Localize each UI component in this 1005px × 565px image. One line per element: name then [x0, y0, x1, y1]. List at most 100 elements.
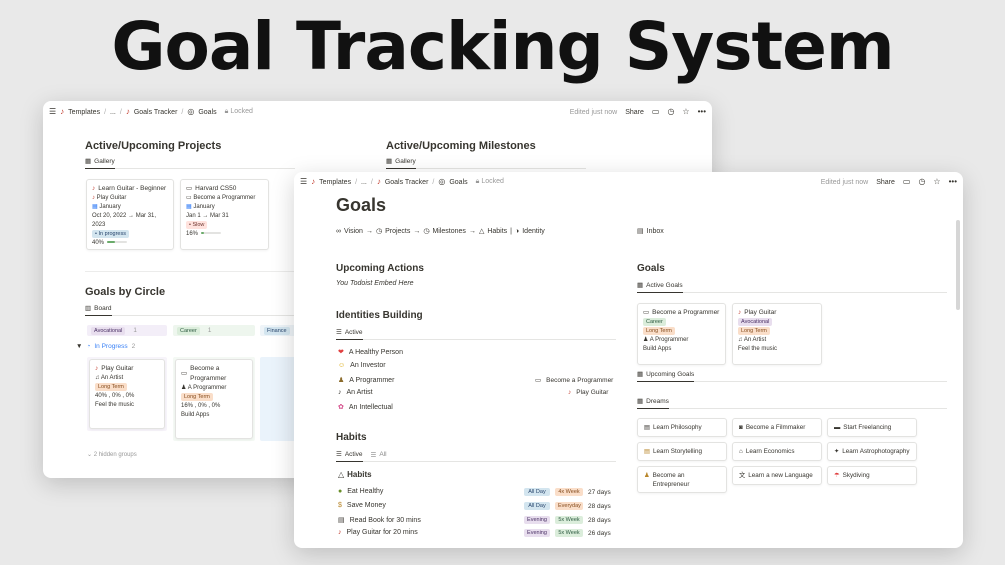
- guitar-icon: ♪: [60, 107, 65, 116]
- inbox-link[interactable]: ▤ Inbox: [637, 227, 664, 236]
- tab-active[interactable]: ☰ Active: [336, 328, 363, 340]
- tab-active[interactable]: ☰ Active: [336, 450, 363, 462]
- identity-goal-link[interactable]: ▭ Become a Programmer: [535, 376, 614, 385]
- active-goal-card[interactable]: ♪ Play Guitar Avocational Long Term ♫ An …: [732, 303, 822, 365]
- tab-gallery[interactable]: ▦ Gallery: [85, 157, 115, 169]
- group-label: In Progress: [94, 343, 128, 350]
- hero-title: Goal Tracking System: [111, 8, 894, 85]
- card-title: Play Guitar: [101, 365, 134, 372]
- dream-card[interactable]: ✦ Learn Astrophotography: [827, 442, 917, 462]
- project-card[interactable]: ▭ Harvard CS50 ▭ Become a Programmer ▦ Ja…: [180, 179, 269, 250]
- habit-row[interactable]: $ Save Money: [338, 502, 386, 509]
- breadcrumb-templates[interactable]: Templates: [319, 179, 351, 186]
- nav-habits[interactable]: Habits: [487, 228, 507, 235]
- column-avocational[interactable]: Avocational 1: [87, 325, 167, 336]
- dream-card[interactable]: ⌂ Learn Economics: [732, 442, 822, 462]
- status-badge: • Slow: [186, 220, 208, 229]
- breadcrumb-goals-tracker[interactable]: Goals Tracker: [385, 179, 429, 186]
- streak-days: 26 days: [588, 529, 611, 537]
- card-percentages: 40% , 0% , 0%: [95, 392, 135, 399]
- clock-icon[interactable]: ◷: [667, 108, 674, 116]
- calendar-icon: ▦: [92, 203, 98, 210]
- habit-row[interactable]: ● Eat Healthy: [338, 488, 383, 495]
- star-icon[interactable]: ☆: [682, 108, 689, 116]
- scrollbar[interactable]: [956, 220, 960, 310]
- identity-item[interactable]: ♪ An Artist: [338, 389, 373, 396]
- nav-identity[interactable]: Identity: [522, 228, 545, 235]
- tab-label: Upcoming Goals: [646, 370, 695, 378]
- progress-bar: [107, 241, 128, 244]
- link-label: Become a Programmer: [546, 376, 614, 384]
- dream-card[interactable]: ▤ Learn Storytelling: [637, 442, 727, 462]
- column-label: Finance: [264, 326, 290, 335]
- nav-projects[interactable]: Projects: [385, 228, 410, 235]
- habit-row[interactable]: ♪ Play Guitar for 20 mins: [338, 529, 418, 536]
- tab-all[interactable]: ☰ All: [371, 450, 387, 462]
- dream-card[interactable]: ▬ Start Freelancing: [827, 418, 917, 438]
- habits-subheading: △ Habits: [338, 470, 372, 479]
- streak-days: 27 days: [588, 488, 611, 496]
- breadcrumb-goals-tracker[interactable]: Goals Tracker: [134, 109, 178, 116]
- breadcrumb-templates[interactable]: Templates: [68, 109, 100, 116]
- locked-label[interactable]: 🔒︎ Locked: [225, 108, 253, 116]
- habit-row[interactable]: ▤ Read Book for 30 mins: [338, 516, 421, 525]
- comment-icon[interactable]: ▭: [903, 178, 911, 186]
- more-icon[interactable]: •••: [949, 178, 957, 186]
- tab-label: Gallery: [395, 157, 416, 165]
- project-card[interactable]: ♪ Learn Guitar - Beginner ♪ Play Guitar ▦…: [86, 179, 174, 250]
- identity-item[interactable]: ☺ An Investor: [338, 362, 386, 369]
- nav-milestones[interactable]: Milestones: [432, 228, 465, 235]
- dream-card[interactable]: 文 Learn a new Language: [732, 466, 822, 486]
- comment-icon[interactable]: ▭: [652, 108, 660, 116]
- clock-icon[interactable]: ◷: [918, 178, 925, 186]
- breadcrumb-goals[interactable]: Goals: [449, 179, 467, 186]
- grid-icon: ▦: [637, 398, 644, 405]
- dream-card[interactable]: ☂ Skydiving: [827, 466, 917, 486]
- locked-label[interactable]: 🔒︎ Locked: [476, 178, 504, 186]
- tab-upcoming-goals[interactable]: ▦ Upcoming Goals: [637, 370, 695, 382]
- dream-card[interactable]: ◙ Become a Filmmaker: [732, 418, 822, 438]
- identity-label: An Investor: [350, 362, 386, 369]
- identity-item[interactable]: ♟ A Programmer: [338, 376, 394, 385]
- brain-icon: ✿: [338, 404, 344, 411]
- identity-goal-link[interactable]: ♪ Play Guitar: [568, 389, 608, 396]
- circle-heading: Goals by Circle: [85, 286, 166, 298]
- time-badge: All Day: [524, 488, 550, 496]
- star-icon[interactable]: ☆: [933, 178, 940, 186]
- share-button[interactable]: Share: [625, 109, 644, 116]
- goal-card[interactable]: ▭ Become a Programmer ♟ A Programmer Long…: [175, 359, 253, 439]
- identities-heading: Identities Building: [336, 310, 423, 321]
- active-goal-card[interactable]: ▭ Become a Programmer Career Long Term ♟ …: [637, 303, 726, 365]
- menu-icon[interactable]: ☰: [300, 178, 307, 186]
- breadcrumb-ellipsis[interactable]: ...: [361, 179, 367, 186]
- group-in-progress[interactable]: ▼ ◔ In Progress 2: [76, 343, 135, 350]
- target-icon: ◎: [438, 177, 446, 186]
- menu-icon[interactable]: ☰: [49, 108, 56, 116]
- identity-item[interactable]: ❤ A Healthy Person: [338, 348, 403, 357]
- nav-vision[interactable]: Vision: [344, 228, 363, 235]
- card-percentages: 16% , 0% , 0%: [181, 402, 221, 409]
- more-icon[interactable]: •••: [698, 108, 706, 116]
- share-button[interactable]: Share: [876, 179, 895, 186]
- column-career[interactable]: Career 1: [173, 325, 255, 336]
- hidden-groups-toggle[interactable]: ⌄ 2 hidden groups: [87, 451, 137, 458]
- tab-active-goals[interactable]: ▦ Active Goals: [637, 281, 683, 293]
- goal-card[interactable]: ♪ Play Guitar ♫ An Artist Long Term 40% ,…: [89, 359, 165, 429]
- term-badge: Long Term: [643, 326, 675, 335]
- identity-item[interactable]: ✿ An Intellectual: [338, 403, 393, 412]
- tab-gallery[interactable]: ▦ Gallery: [386, 157, 416, 169]
- apple-icon: ●: [338, 488, 343, 495]
- heart-icon: ❤: [338, 349, 344, 356]
- breadcrumb-ellipsis[interactable]: ...: [110, 109, 116, 116]
- tab-dreams[interactable]: ▦ Dreams: [637, 397, 669, 409]
- dream-label: Learn Philosophy: [652, 424, 702, 431]
- dream-card[interactable]: ♟ Become an Entrepreneur: [637, 466, 727, 493]
- chevron-down-icon: ⌄: [87, 452, 93, 458]
- breadcrumb: ☰ ♪ Templates / ... / ♪ Goals Tracker / ◎ G…: [300, 177, 504, 186]
- arrow: →: [413, 227, 421, 235]
- breadcrumb-goals[interactable]: Goals: [198, 109, 216, 116]
- tab-board[interactable]: ▥ Board: [85, 304, 112, 316]
- status-badge: • In progress: [92, 229, 129, 238]
- collapse-icon[interactable]: ▼: [76, 343, 82, 350]
- dream-card[interactable]: ▤ Learn Philosophy: [637, 418, 727, 438]
